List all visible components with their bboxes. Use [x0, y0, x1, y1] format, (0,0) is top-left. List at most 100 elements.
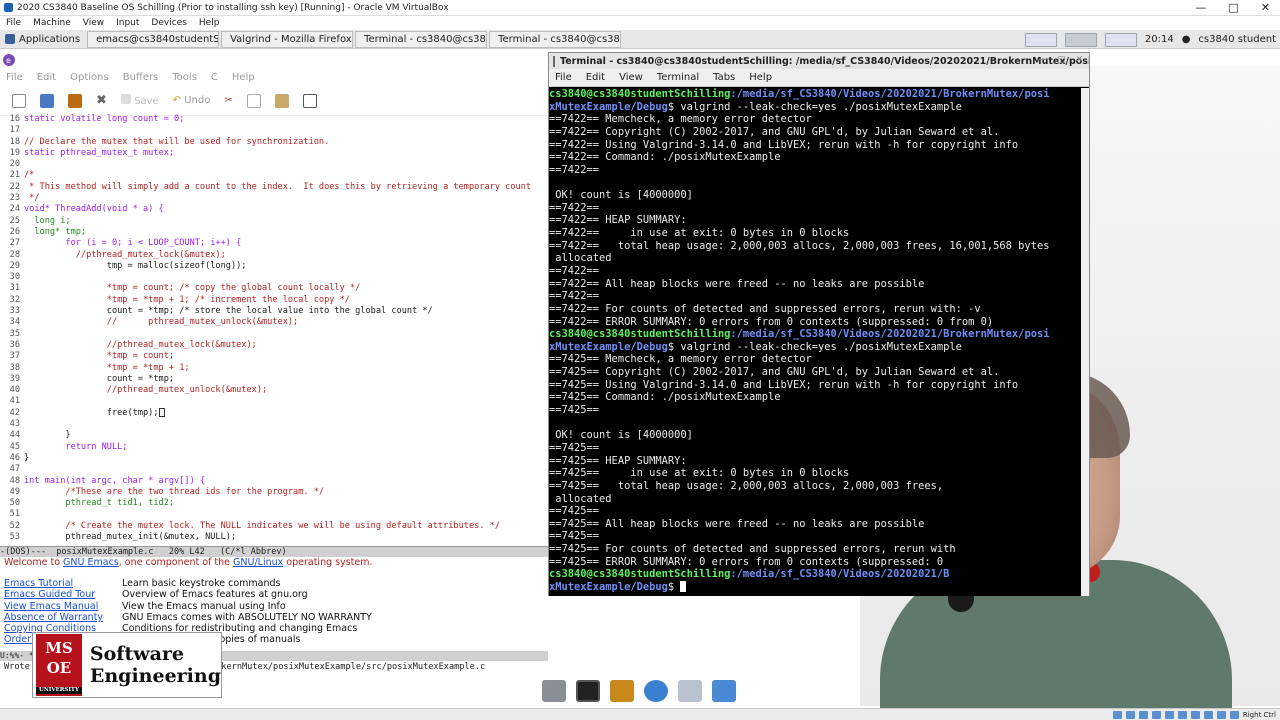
emacs-menu-help[interactable]: Help [232, 70, 255, 86]
code-line: 33 count = *tmp; /* store the local valu… [0, 306, 548, 317]
line-number: 21 [9, 170, 20, 181]
code-text: * This method will simply add a count to… [24, 181, 532, 192]
welcome-mid: , one component of the [118, 557, 234, 568]
terminal-titlebar[interactable]: Terminal - cs3840@cs3840studentSchilling… [549, 53, 1089, 69]
terminal-line: allocated [549, 493, 1089, 506]
copy-icon[interactable] [246, 93, 261, 108]
output-text: allocated [549, 492, 612, 505]
vbox-menu-view[interactable]: View [83, 16, 104, 30]
command-text: $ valgrind --leak-check=yes ./posixMutex… [667, 100, 962, 113]
shared-folders-icon[interactable] [1177, 710, 1187, 719]
code-text: *tmp = *tmp + 1; /* increment the local … [24, 294, 350, 305]
save-button[interactable]: Save [120, 94, 159, 107]
code-buffer[interactable]: 16 static volatile long count = 0; 17 18 // … [0, 114, 548, 550]
new-file-icon[interactable] [12, 93, 26, 108]
cut-icon[interactable]: ✂ [224, 95, 232, 106]
panel-clock[interactable]: 20:14 [1145, 34, 1174, 45]
mouse-integration-icon[interactable] [1229, 710, 1239, 719]
undo-button[interactable]: ↶ Undo [173, 95, 211, 106]
terminal-line: ==7422== in use at exit: 0 bytes in 0 bl… [549, 227, 1089, 240]
terminal-menu-view[interactable]: View [619, 72, 643, 83]
taskbar-item-terminal-2[interactable]: Terminal - cs3840@cs38... [489, 30, 622, 48]
emacs-menu-file[interactable]: File [6, 70, 23, 86]
workspace-3[interactable] [1104, 32, 1137, 47]
help-link[interactable]: Absence of Warranty [4, 612, 122, 623]
terminal-menu-file[interactable]: File [555, 72, 572, 83]
code-line: 29 tmp = malloc(sizeof(long)); [0, 261, 548, 272]
emacs-menu-edit[interactable]: Edit [37, 70, 56, 86]
terminal-scrollbar[interactable] [1081, 88, 1089, 596]
line-number: 18 [9, 136, 20, 147]
save-icon[interactable] [68, 93, 82, 108]
emacs-menu-buffers[interactable]: Buffers [123, 70, 159, 86]
output-text: ==7422== in use at exit: 0 bytes in 0 bl… [549, 227, 850, 240]
help-link[interactable]: View Emacs Manual [4, 601, 122, 612]
panel-user[interactable]: cs3840 student [1198, 34, 1276, 45]
usb-icon[interactable] [1164, 710, 1174, 719]
close-buffer-icon[interactable]: ✖ [96, 93, 107, 108]
folder-icon[interactable] [712, 680, 736, 702]
undo-icon: ↶ [172, 95, 182, 106]
terminal-menu-terminal[interactable]: Terminal [657, 72, 699, 83]
browser-icon[interactable] [644, 680, 668, 702]
display-icon[interactable] [1190, 710, 1200, 719]
paste-icon[interactable] [274, 93, 289, 108]
minimize-icon[interactable]: — [1195, 0, 1206, 16]
code-text: */ [24, 193, 40, 204]
emacs-menu-c[interactable]: C [211, 70, 218, 86]
close-icon[interactable]: ✕ [1261, 0, 1270, 16]
host-key-label: Right Ctrl [1242, 710, 1276, 719]
vbox-menu-help[interactable]: Help [199, 16, 220, 30]
file-manager-icon[interactable] [610, 680, 634, 702]
applications-menu[interactable]: Applications [0, 31, 85, 48]
search-icon[interactable] [678, 680, 702, 702]
line-number: 42 [9, 407, 20, 418]
network-icon[interactable] [1151, 710, 1161, 719]
maximize-icon[interactable]: □ [1057, 55, 1066, 65]
help-link[interactable]: Emacs Guided Tour [4, 589, 122, 600]
emacs-menu-options[interactable]: Options [70, 70, 109, 86]
vbox-menu-file[interactable]: File [6, 16, 21, 30]
help-description: Overview of Emacs features at gnu.org [122, 589, 308, 601]
audio-icon[interactable] [1138, 710, 1148, 719]
terminal-menu-help[interactable]: Help [749, 72, 772, 83]
msoe-text-line2: Engineering [89, 665, 221, 687]
harddisk-icon[interactable] [1112, 710, 1122, 719]
vbox-menu-input[interactable]: Input [116, 16, 139, 30]
terminal-window-controls: — □ ✕ [1038, 55, 1083, 65]
taskbar-label: emacs@cs3840studentS... [96, 33, 220, 45]
save-disabled-icon [120, 94, 131, 104]
line-number: 25 [9, 215, 20, 226]
cpu-icon[interactable] [1216, 710, 1226, 719]
maximize-icon[interactable]: □ [1228, 0, 1238, 16]
taskbar-item-firefox[interactable]: Valgrind - Mozilla Firefox [221, 30, 354, 48]
line-number: 43 [9, 419, 20, 430]
minimize-icon[interactable]: — [1038, 55, 1047, 65]
close-icon[interactable]: ✕ [1075, 55, 1083, 65]
output-text: ==7425== Using Valgrind-3.14.0 and LibVE… [549, 378, 1019, 391]
taskbar-item-emacs[interactable]: emacs@cs3840studentS... [87, 30, 220, 48]
terminal-menu-edit[interactable]: Edit [586, 72, 605, 83]
emacs-menu-tools[interactable]: Tools [172, 70, 197, 86]
open-folder-icon[interactable] [40, 93, 54, 108]
terminal-icon[interactable] [576, 680, 600, 702]
search-icon[interactable] [302, 93, 317, 108]
gnu-emacs-link[interactable]: GNU Emacs [63, 557, 119, 568]
help-link[interactable]: Emacs Tutorial [4, 578, 122, 589]
terminal-line: ==7422== [549, 164, 1089, 177]
gnu-linux-link[interactable]: GNU/Linux [233, 557, 283, 568]
terminal-output[interactable]: cs3840@cs3840studentSchilling:/media/sf_… [549, 88, 1089, 596]
taskbar-item-terminal-1[interactable]: Terminal - cs3840@cs38... [355, 30, 488, 48]
vbox-menu-machine[interactable]: Machine [33, 16, 71, 30]
terminal-menu-tabs[interactable]: Tabs [713, 72, 735, 83]
code-text: pthread_mutex_init(&mutex, NULL); [24, 531, 237, 542]
svg-text:e: e [6, 56, 11, 65]
recording-icon[interactable] [1203, 710, 1213, 719]
optical-drive-icon[interactable] [1125, 710, 1135, 719]
workspace-2[interactable] [1064, 32, 1097, 47]
help-row: Emacs Guided Tour Overview of Emacs featu… [4, 589, 544, 600]
workspace-1[interactable] [1024, 32, 1057, 47]
vbox-menu-devices[interactable]: Devices [151, 16, 186, 30]
drive-icon[interactable] [542, 680, 566, 702]
